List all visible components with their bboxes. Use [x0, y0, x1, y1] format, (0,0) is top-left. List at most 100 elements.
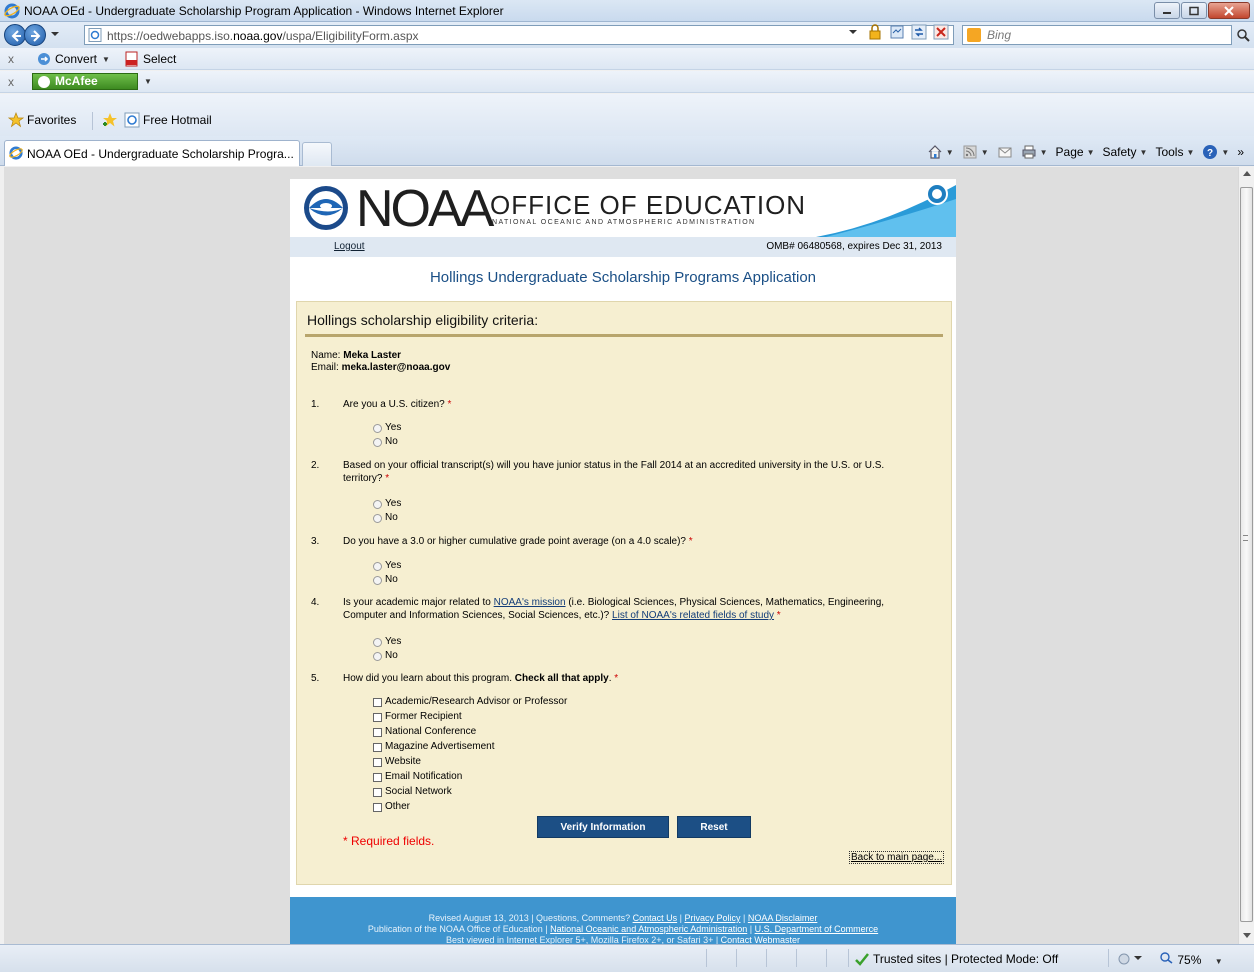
- protected-mode-icon[interactable]: [1118, 952, 1142, 969]
- maximize-button[interactable]: [1181, 2, 1207, 19]
- checkbox-icon: [373, 787, 382, 797]
- logout-link[interactable]: Logout: [334, 241, 365, 252]
- add-favorites-icon: [103, 113, 117, 127]
- print-button[interactable]: ▼: [1021, 144, 1048, 160]
- rss-feed-icon: [963, 145, 977, 159]
- mcafee-button[interactable]: McAfee: [32, 73, 138, 90]
- required-fields-note: * Required fields.: [343, 834, 435, 848]
- logout-bar: Logout OMB# 06480568, expires Dec 31, 20…: [290, 237, 956, 257]
- mcafee-dropdown-icon[interactable]: ▼: [144, 77, 152, 86]
- help-icon: ?: [1203, 145, 1218, 159]
- q1-yes-radio[interactable]: Yes: [373, 422, 401, 434]
- close-icon: [1224, 5, 1234, 16]
- mcafee-status-icon: [38, 76, 50, 88]
- doc-link[interactable]: U.S. Department of Commerce: [755, 924, 879, 934]
- favorites-star-icon: [8, 112, 24, 128]
- forward-button[interactable]: [24, 24, 46, 46]
- radio-button-icon: [373, 561, 382, 571]
- home-button[interactable]: ▼: [927, 144, 954, 160]
- svg-text:?: ?: [1207, 148, 1213, 159]
- url-dropdown-icon[interactable]: [845, 24, 861, 40]
- zoom-level[interactable]: 75% ▼: [1160, 952, 1223, 967]
- help-menu[interactable]: ? ▼: [1202, 144, 1229, 160]
- favorites-button[interactable]: Favorites: [8, 112, 76, 128]
- scroll-down-icon[interactable]: [1243, 933, 1251, 938]
- noaa-header: NOAA OFFICE OF EDUCATION NATIONAL OCEANI…: [290, 179, 956, 237]
- source-checkbox-social-network[interactable]: Social Network: [373, 786, 452, 798]
- vertical-scrollbar[interactable]: [1238, 167, 1254, 944]
- minimize-icon: [1163, 11, 1171, 14]
- back-to-main-page-link[interactable]: Back to main page...: [849, 851, 945, 864]
- page-menu[interactable]: Page ▼: [1056, 145, 1095, 159]
- lock-icon[interactable]: [867, 24, 883, 40]
- print-icon: [1022, 145, 1036, 159]
- section-heading: Hollings scholarship eligibility criteri…: [307, 312, 539, 328]
- radio-button-icon: [373, 513, 382, 523]
- radio-button-icon: [373, 637, 382, 647]
- status-bar: Trusted sites | Protected Mode: Off 75% …: [0, 944, 1254, 972]
- contact-webmaster-link[interactable]: Contact Webmaster: [721, 935, 800, 944]
- more-commands-button[interactable]: »: [1237, 145, 1244, 159]
- q4-yes-radio[interactable]: Yes: [373, 636, 401, 648]
- source-checkbox-former-recipient[interactable]: Former Recipient: [373, 711, 462, 723]
- checkbox-icon: [373, 697, 382, 707]
- search-icon[interactable]: [1236, 28, 1252, 42]
- source-checkbox-magazine[interactable]: Magazine Advertisement: [373, 741, 495, 753]
- page-title: Hollings Undergraduate Scholarship Progr…: [429, 269, 817, 286]
- scroll-up-icon[interactable]: [1243, 171, 1251, 176]
- safety-menu[interactable]: Safety ▼: [1103, 145, 1148, 159]
- noaa-disclaimer-link[interactable]: NOAA Disclaimer: [748, 913, 818, 923]
- back-button[interactable]: [4, 24, 26, 46]
- page-viewport: NOAA OFFICE OF EDUCATION NATIONAL OCEANI…: [4, 167, 1238, 944]
- section-divider: [305, 334, 943, 337]
- noaa-link[interactable]: National Oceanic and Atmospheric Adminis…: [550, 924, 747, 934]
- checkbox-icon: [373, 757, 382, 767]
- select-button[interactable]: Select: [124, 51, 176, 67]
- close-toolbar-button[interactable]: x: [8, 52, 14, 66]
- refresh-icon[interactable]: [911, 24, 927, 40]
- source-checkbox-other[interactable]: Other: [373, 801, 410, 813]
- q3-no-radio[interactable]: No: [373, 574, 398, 586]
- address-bar[interactable]: https://oedwebapps.iso.noaa.gov/uspa/Eli…: [84, 25, 954, 45]
- mcafee-toolbar: x McAfee ▼: [0, 71, 1254, 93]
- add-favorite-button[interactable]: [102, 112, 121, 128]
- source-checkbox-website[interactable]: Website: [373, 756, 421, 768]
- compatibility-view-icon[interactable]: [889, 24, 905, 40]
- tools-menu[interactable]: Tools ▼: [1155, 145, 1194, 159]
- q1-no-radio[interactable]: No: [373, 436, 398, 448]
- q4-no-radio[interactable]: No: [373, 650, 398, 662]
- q2-no-radio[interactable]: No: [373, 512, 398, 524]
- reset-button[interactable]: Reset: [677, 816, 751, 838]
- q3-yes-radio[interactable]: Yes: [373, 560, 401, 572]
- checkbox-icon: [373, 802, 382, 812]
- zoom-icon: [1160, 952, 1173, 964]
- source-checkbox-email[interactable]: Email Notification: [373, 771, 462, 783]
- q2-yes-radio[interactable]: Yes: [373, 498, 401, 510]
- privacy-policy-link[interactable]: Privacy Policy: [684, 913, 740, 923]
- source-checkbox-national-conference[interactable]: National Conference: [373, 726, 476, 738]
- search-box[interactable]: Bing: [962, 25, 1232, 45]
- applicant-email: meka.laster@noaa.gov: [341, 362, 451, 373]
- contact-us-link[interactable]: Contact Us: [633, 913, 678, 923]
- recent-pages-dropdown-icon[interactable]: [50, 29, 60, 39]
- stop-icon[interactable]: [933, 24, 949, 40]
- security-zone[interactable]: Trusted sites | Protected Mode: Off: [855, 952, 1058, 966]
- verify-information-button[interactable]: Verify Information: [537, 816, 669, 838]
- favorite-link-free-hotmail[interactable]: Free Hotmail: [124, 112, 212, 128]
- minimize-button[interactable]: [1154, 2, 1180, 19]
- scroll-thumb[interactable]: [1240, 187, 1253, 922]
- tab-noaa[interactable]: NOAA OEd - Undergraduate Scholarship Pro…: [4, 140, 300, 166]
- ie-logo-icon: [9, 146, 23, 160]
- noaa-wordmark: NOAA: [356, 180, 494, 237]
- bing-logo-icon: [967, 28, 981, 42]
- url-text: https://oedwebapps.iso.noaa.gov/uspa/Eli…: [107, 29, 419, 43]
- feeds-button[interactable]: ▼: [962, 144, 989, 160]
- new-tab-button[interactable]: [302, 142, 332, 166]
- related-fields-link[interactable]: List of NOAA's related fields of study: [612, 610, 774, 621]
- noaa-mission-link[interactable]: NOAA's mission: [494, 597, 566, 608]
- close-toolbar-button[interactable]: x: [8, 75, 14, 89]
- read-mail-button[interactable]: [997, 144, 1013, 160]
- convert-button[interactable]: Convert ▼: [36, 51, 110, 67]
- source-checkbox-advisor[interactable]: Academic/Research Advisor or Professor: [373, 696, 567, 708]
- close-window-button[interactable]: [1208, 2, 1250, 19]
